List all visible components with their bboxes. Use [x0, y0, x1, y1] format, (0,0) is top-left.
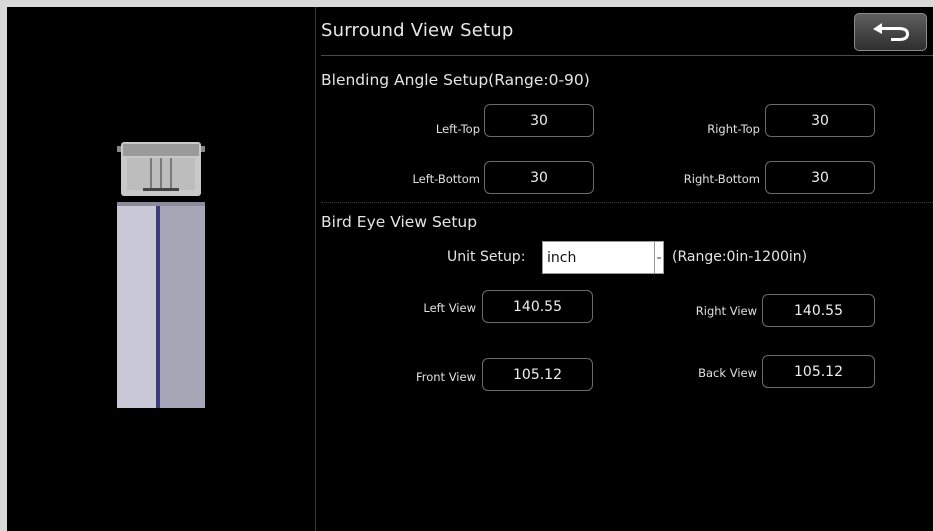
back-view-label: Back View	[698, 366, 757, 380]
right-top-input[interactable]: 30	[765, 104, 875, 137]
right-bottom-input[interactable]: 30	[765, 161, 875, 194]
page-title: Surround View Setup	[321, 20, 514, 41]
right-bottom-label: Right-Bottom	[683, 172, 760, 186]
section-divider	[321, 202, 933, 203]
back-arrow-icon	[872, 23, 909, 41]
back-button[interactable]	[854, 13, 927, 51]
left-top-label: Left-Top	[435, 122, 480, 136]
left-view-label: Left View	[423, 301, 476, 315]
left-top-input[interactable]: 30	[484, 104, 594, 137]
front-view-label: Front View	[415, 370, 476, 384]
blending-angle-heading: Blending Angle Setup(Range:0-90)	[321, 71, 590, 89]
left-bottom-label: Left-Bottom	[412, 172, 480, 186]
vehicle-preview-pane	[7, 7, 316, 531]
bird-eye-heading: Bird Eye View Setup	[321, 213, 478, 231]
unit-setup-label: Unit Setup:	[447, 249, 526, 265]
dropdown-arrow-icon	[654, 242, 663, 273]
left-view-input[interactable]: 140.55	[482, 290, 593, 323]
unit-select-value: inch	[547, 249, 577, 266]
truck-top-view-image	[117, 142, 205, 408]
right-view-label: Right View	[695, 304, 757, 318]
title-divider	[321, 55, 933, 56]
unit-range-note: (Range:0in-1200in)	[672, 249, 808, 265]
back-view-input[interactable]: 105.12	[762, 355, 875, 388]
right-top-label: Right-Top	[707, 122, 760, 136]
unit-select[interactable]: inch	[542, 241, 664, 274]
left-bottom-input[interactable]: 30	[484, 161, 594, 194]
right-view-input[interactable]: 140.55	[762, 294, 875, 327]
app-screen: Surround View Setup Blending Angle Setup…	[7, 7, 933, 531]
settings-panel: Surround View Setup Blending Angle Setup…	[316, 7, 933, 531]
front-view-input[interactable]: 105.12	[482, 358, 593, 391]
